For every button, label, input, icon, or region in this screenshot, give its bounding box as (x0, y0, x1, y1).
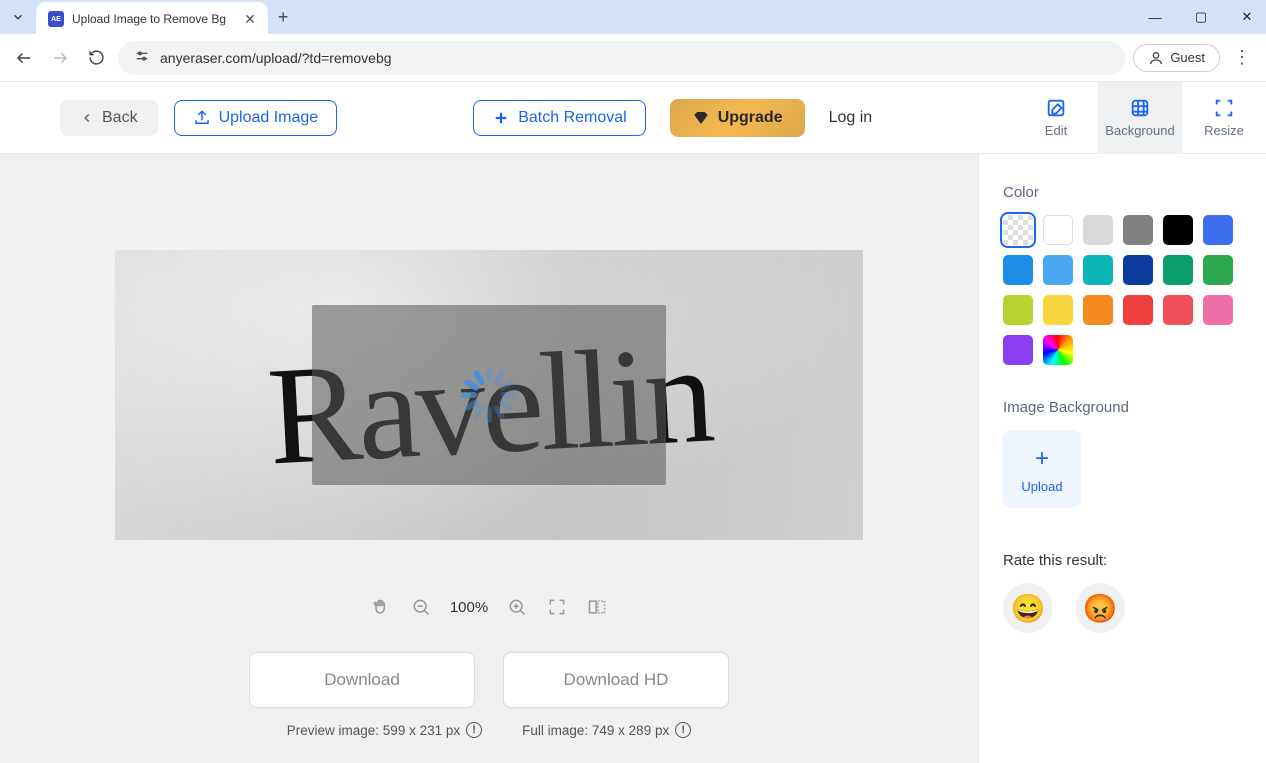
window-controls: — ▢ ✕ (1142, 0, 1260, 34)
color-swatches (1003, 215, 1242, 365)
canvas-area: Ravellin 100% Download Download HD Previ… (0, 154, 978, 763)
url-text: anyeraser.com/upload/?td=removebg (160, 50, 392, 66)
batch-removal-button[interactable]: Batch Removal (473, 100, 646, 136)
zoom-in-button[interactable] (506, 596, 528, 618)
diamond-icon (692, 109, 710, 127)
tab-edit[interactable]: Edit (1014, 82, 1098, 154)
loading-overlay (312, 305, 666, 485)
rate-section-label: Rate this result: (1003, 552, 1242, 569)
plus-icon: + (1035, 445, 1049, 473)
upload-icon (193, 109, 211, 127)
zoom-value: 100% (450, 599, 488, 616)
tab-resize-label: Resize (1204, 123, 1244, 138)
upload-background-button[interactable]: + Upload (1003, 430, 1081, 508)
fullscreen-button[interactable] (546, 596, 568, 618)
tab-background-label: Background (1105, 123, 1174, 138)
tab-search-dropdown[interactable] (8, 7, 28, 27)
sidebar: Color Image Background + Upload Rate thi… (978, 154, 1266, 763)
color-swatch-royal-blue[interactable] (1203, 215, 1233, 245)
upgrade-label: Upgrade (718, 109, 783, 127)
chevron-left-icon (80, 111, 94, 125)
color-swatch-white[interactable] (1043, 215, 1073, 245)
site-settings-icon[interactable] (134, 48, 150, 67)
login-link[interactable]: Log in (829, 109, 873, 127)
browser-menu-button[interactable]: ⋮ (1228, 47, 1256, 68)
color-swatch-emerald[interactable] (1163, 255, 1193, 285)
favicon: AE (48, 11, 64, 27)
color-section-label: Color (1003, 184, 1242, 201)
image-preview[interactable]: Ravellin (115, 250, 863, 540)
main-area: Ravellin 100% Download Download HD Previ… (0, 154, 1266, 763)
preview-dimensions: Preview image: 599 x 231 px ! (287, 722, 482, 738)
download-buttons: Download Download HD (249, 652, 729, 708)
image-dimensions: Preview image: 599 x 231 px ! Full image… (287, 722, 691, 738)
upload-image-button[interactable]: Upload Image (174, 100, 338, 136)
edit-icon (1045, 97, 1067, 119)
resize-icon (1213, 97, 1235, 119)
upload-bg-label: Upload (1021, 479, 1062, 494)
color-swatch-purple[interactable] (1003, 335, 1033, 365)
spinner-icon (461, 367, 517, 423)
canvas-toolbar: 100% (370, 596, 608, 618)
image-bg-section-label: Image Background (1003, 399, 1242, 416)
profile-label: Guest (1170, 50, 1205, 65)
upgrade-button[interactable]: Upgrade (670, 99, 805, 137)
background-icon (1129, 97, 1151, 119)
color-swatch-pink[interactable] (1203, 295, 1233, 325)
minimize-icon[interactable]: — (1142, 10, 1168, 25)
back-button[interactable]: Back (60, 100, 158, 136)
color-swatch-coral[interactable] (1163, 295, 1193, 325)
color-swatch-light-gray[interactable] (1083, 215, 1113, 245)
tab-background[interactable]: Background (1098, 82, 1182, 154)
maximize-icon[interactable]: ▢ (1188, 9, 1214, 25)
close-window-icon[interactable]: ✕ (1234, 9, 1260, 25)
tab-title: Upload Image to Remove Bg (72, 12, 226, 26)
app-header: Back Upload Image Batch Removal Upgrade … (0, 82, 1266, 154)
color-swatch-teal[interactable] (1083, 255, 1113, 285)
full-dimensions: Full image: 749 x 289 px ! (522, 722, 691, 738)
rate-good-button[interactable]: 😄 (1003, 583, 1053, 633)
browser-address-bar: anyeraser.com/upload/?td=removebg Guest … (0, 34, 1266, 82)
download-button[interactable]: Download (249, 652, 475, 708)
info-icon[interactable]: ! (466, 722, 482, 738)
new-tab-button[interactable]: + (278, 7, 289, 28)
reload-button[interactable] (82, 44, 110, 72)
compare-button[interactable] (586, 596, 608, 618)
header-tabs: Edit Background Resize (1014, 82, 1266, 154)
download-hd-button[interactable]: Download HD (503, 652, 729, 708)
url-field[interactable]: anyeraser.com/upload/?td=removebg (118, 41, 1125, 75)
zoom-out-button[interactable] (410, 596, 432, 618)
upload-image-label: Upload Image (219, 109, 319, 127)
color-swatch-navy[interactable] (1123, 255, 1153, 285)
color-swatch-dark-gray[interactable] (1123, 215, 1153, 245)
color-swatch-yellow[interactable] (1043, 295, 1073, 325)
batch-removal-label: Batch Removal (518, 109, 627, 127)
color-swatch-green[interactable] (1203, 255, 1233, 285)
color-swatch-red[interactable] (1123, 295, 1153, 325)
color-swatch-transparent[interactable] (1003, 215, 1033, 245)
tab-close-icon[interactable]: ✕ (244, 11, 256, 28)
info-icon[interactable]: ! (675, 722, 691, 738)
back-label: Back (102, 109, 138, 127)
browser-tab-strip: AE Upload Image to Remove Bg ✕ + — ▢ ✕ (0, 0, 1266, 34)
color-swatch-rainbow[interactable] (1043, 335, 1073, 365)
tab-edit-label: Edit (1045, 123, 1067, 138)
color-swatch-sky-blue[interactable] (1043, 255, 1073, 285)
pan-tool[interactable] (370, 596, 392, 618)
plus-icon (492, 109, 510, 127)
color-swatch-black[interactable] (1163, 215, 1193, 245)
color-swatch-dodger-blue[interactable] (1003, 255, 1033, 285)
rate-bad-button[interactable]: 😡 (1075, 583, 1125, 633)
color-swatch-orange[interactable] (1083, 295, 1113, 325)
profile-button[interactable]: Guest (1133, 44, 1220, 72)
nav-back-button[interactable] (10, 44, 38, 72)
nav-forward-button[interactable] (46, 44, 74, 72)
rating-row: 😄 😡 (1003, 583, 1242, 633)
color-swatch-lime[interactable] (1003, 295, 1033, 325)
tab-resize[interactable]: Resize (1182, 82, 1266, 154)
browser-tab[interactable]: AE Upload Image to Remove Bg ✕ (36, 2, 268, 36)
